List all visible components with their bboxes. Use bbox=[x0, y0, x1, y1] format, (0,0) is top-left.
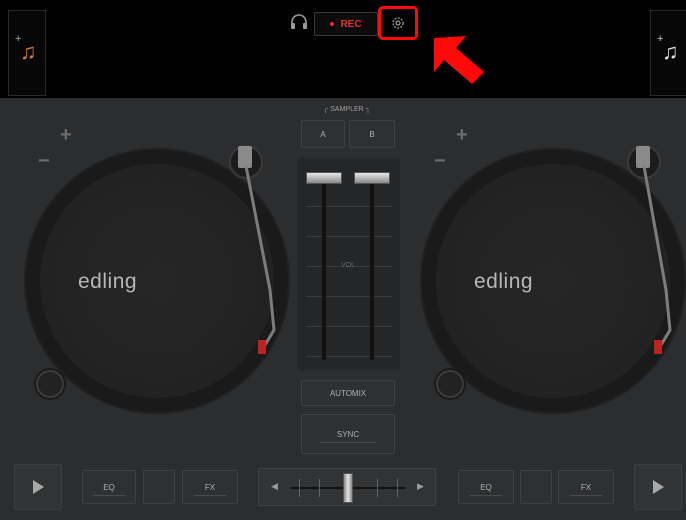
load-track-right-button[interactable]: + ♫ bbox=[650, 10, 686, 96]
sampler-a-button[interactable]: A bbox=[301, 120, 345, 148]
tonearm-right[interactable] bbox=[618, 140, 686, 360]
vol-label: VOL bbox=[340, 262, 355, 269]
pitch-plus-left[interactable]: + bbox=[60, 124, 72, 147]
music-note-icon: ♫ bbox=[662, 39, 679, 64]
eq-label: EQ bbox=[480, 482, 492, 492]
volume-fader-left-track bbox=[322, 182, 326, 360]
fx-label: FX bbox=[580, 482, 592, 492]
play-left-button[interactable] bbox=[14, 464, 62, 510]
sync-label: SYNC bbox=[336, 429, 360, 439]
volume-fader-left[interactable] bbox=[306, 172, 342, 184]
blank-right-button[interactable] bbox=[520, 470, 552, 504]
fx-left-button[interactable]: FX bbox=[182, 470, 238, 504]
crossfader-right-arrow-icon: ▶ bbox=[417, 481, 424, 491]
sync-button[interactable]: SYNC bbox=[301, 414, 395, 454]
pitch-plus-right[interactable]: + bbox=[456, 124, 468, 147]
tonearm-left[interactable] bbox=[224, 140, 294, 360]
sampler-label: ┌ SAMPLER ┐ bbox=[323, 106, 371, 113]
settings-button[interactable] bbox=[378, 6, 418, 40]
crossfader[interactable]: ◀ ▶ bbox=[258, 468, 436, 506]
play-right-button[interactable] bbox=[634, 464, 682, 510]
eq-right-button[interactable]: EQ bbox=[458, 470, 514, 504]
sampler-b-button[interactable]: B bbox=[349, 120, 395, 148]
volume-fader-right[interactable] bbox=[354, 172, 390, 184]
brand-logo: edling bbox=[474, 270, 534, 293]
headphones-icon[interactable] bbox=[290, 14, 308, 32]
record-label: REC bbox=[340, 18, 362, 30]
automix-button[interactable]: AUTOMIX bbox=[301, 380, 395, 406]
gear-icon bbox=[392, 17, 404, 29]
pitch-knob-right[interactable] bbox=[436, 370, 464, 398]
load-track-left-button[interactable]: + ♫ bbox=[8, 10, 46, 96]
fx-label: FX bbox=[204, 482, 216, 492]
pointer-arrow-icon bbox=[434, 36, 484, 84]
crossfader-handle[interactable] bbox=[343, 473, 353, 503]
volume-fader-right-track bbox=[370, 182, 374, 360]
play-icon bbox=[32, 480, 44, 494]
pitch-minus-left[interactable]: − bbox=[38, 150, 50, 173]
record-button[interactable]: REC bbox=[314, 12, 378, 36]
top-bar: + ♫ + ♫ REC bbox=[0, 0, 686, 98]
play-icon bbox=[652, 480, 664, 494]
music-note-icon: ♫ bbox=[20, 39, 37, 64]
brand-logo: edling bbox=[78, 270, 138, 293]
pitch-knob-left[interactable] bbox=[36, 370, 64, 398]
blank-left-button[interactable] bbox=[143, 470, 175, 504]
record-dot-icon bbox=[330, 22, 335, 26]
fx-right-button[interactable]: FX bbox=[558, 470, 614, 504]
eq-label: EQ bbox=[103, 482, 115, 492]
crossfader-left-arrow-icon: ◀ bbox=[271, 481, 278, 491]
pitch-minus-right[interactable]: − bbox=[434, 150, 446, 173]
eq-left-button[interactable]: EQ bbox=[82, 470, 136, 504]
